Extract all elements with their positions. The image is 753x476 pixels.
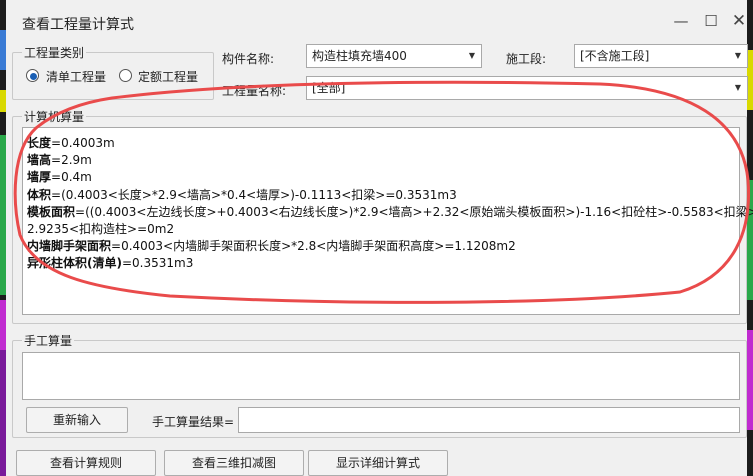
red-annotation-loop bbox=[13, 80, 751, 304]
